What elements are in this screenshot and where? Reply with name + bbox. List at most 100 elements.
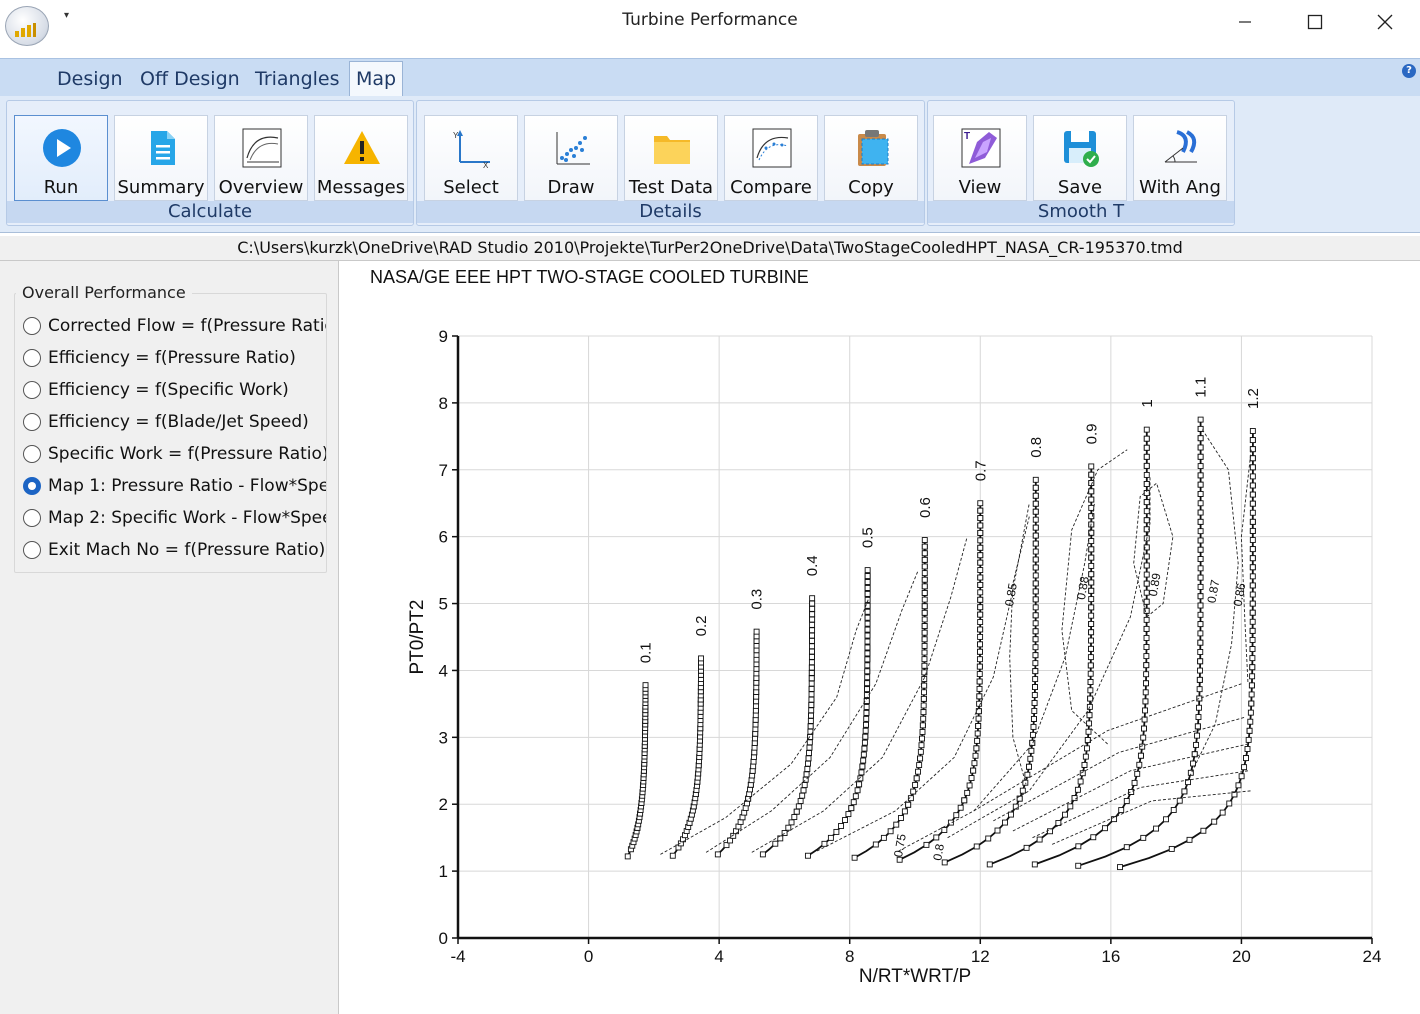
efficiency-label: 0.89: [1146, 572, 1164, 598]
option-radio-row[interactable]: Corrected Flow = f(Pressure Ratio): [23, 314, 326, 338]
option-label: Map 1: Pressure Ratio - Flow*Speed: [48, 476, 327, 496]
scatter-draw-icon: [556, 132, 590, 165]
speed-line-marker: [994, 827, 1001, 834]
speed-line-marker: [806, 744, 813, 751]
speed-line-marker: [1088, 488, 1095, 495]
radio-button[interactable]: [23, 445, 41, 463]
summary-button[interactable]: Summary: [114, 115, 208, 201]
option-radio-row[interactable]: Efficiency = f(Specific Work): [23, 378, 289, 402]
option-label: Efficiency = f(Pressure Ratio): [48, 348, 296, 368]
tab-off-design[interactable]: Off Design: [140, 68, 240, 90]
speed-line-marker: [859, 763, 866, 770]
close-icon[interactable]: [1350, 0, 1420, 44]
speed-line-marker: [921, 583, 928, 590]
speed-line-marker: [901, 808, 908, 815]
option-label: Efficiency = f(Specific Work): [48, 380, 289, 400]
speed-line-marker: [1249, 546, 1256, 553]
speed-line-marker: [1197, 472, 1204, 479]
speed-line-marker: [977, 552, 984, 559]
speed-line-marker: [1032, 540, 1039, 547]
y-tick-label: 0: [439, 929, 448, 948]
speed-line-marker: [921, 550, 928, 557]
view-button[interactable]: T View: [933, 115, 1027, 201]
save-button[interactable]: Save: [1033, 115, 1127, 201]
with-ang-button[interactable]: With Ang: [1133, 115, 1227, 201]
copy-button[interactable]: Copy: [824, 115, 918, 201]
radio-button[interactable]: [23, 509, 41, 527]
speed-line-marker: [1123, 844, 1130, 851]
speed-line-marker: [808, 669, 815, 676]
efficiency-contour: [751, 536, 968, 853]
select-button[interactable]: YX Select: [424, 115, 518, 201]
speed-line-marker: [864, 632, 871, 639]
radio-button[interactable]: [23, 317, 41, 335]
speed-line-marker: [1087, 687, 1094, 694]
view-label: View: [958, 177, 1002, 198]
speed-line-marker: [917, 748, 924, 755]
option-radio-row[interactable]: Map 1: Pressure Ratio - Flow*Speed: [23, 474, 327, 498]
maximize-icon[interactable]: [1280, 0, 1350, 44]
speed-line-label: 0.1: [638, 642, 655, 663]
speed-line-marker: [1241, 764, 1248, 771]
test-data-label: Test Data: [628, 177, 714, 198]
speed-line-marker: [1032, 684, 1038, 691]
speed-line-marker: [795, 803, 802, 810]
speed-line-marker: [1008, 811, 1014, 818]
tab-map[interactable]: Map: [349, 61, 404, 97]
speed-line-marker: [852, 793, 859, 800]
speed-line-marker: [1197, 463, 1204, 470]
speed-line: [807, 570, 869, 857]
speed-line-marker: [864, 567, 871, 574]
speed-line-marker: [809, 627, 816, 634]
speed-line-marker: [921, 656, 928, 663]
speed-line-marker: [1243, 755, 1249, 762]
speed-line-marker: [916, 762, 923, 769]
speed-line-marker: [809, 637, 815, 644]
radio-button[interactable]: [23, 413, 41, 431]
test-data-button[interactable]: Test Data: [624, 115, 718, 201]
speed-line-marker: [1249, 464, 1256, 471]
tab-triangles[interactable]: Triangles: [255, 68, 340, 90]
draw-button[interactable]: Draw: [524, 115, 618, 201]
speed-line-marker: [863, 715, 870, 722]
svg-text:Y: Y: [453, 131, 459, 140]
option-radio-row[interactable]: Map 2: Specific Work - Flow*Speed: [23, 506, 326, 530]
speed-line-marker: [1248, 691, 1255, 698]
overall-performance-group: Corrected Flow = f(Pressure Ratio) Effici…: [14, 293, 327, 573]
speed-line-marker: [1197, 667, 1203, 674]
option-radio-row[interactable]: Specific Work = f(Pressure Ratio): [23, 442, 326, 466]
radio-button[interactable]: [23, 477, 41, 495]
messages-button[interactable]: Messages: [314, 115, 408, 201]
speed-line-marker: [968, 775, 975, 781]
speed-line-marker: [864, 608, 871, 615]
compare-button[interactable]: Compare: [724, 115, 818, 201]
warning-icon: [344, 131, 380, 164]
overview-button[interactable]: Overview: [214, 115, 308, 201]
speed-line-marker: [1077, 778, 1084, 785]
radio-button[interactable]: [23, 349, 41, 367]
speed-line-marker: [1123, 798, 1130, 804]
radio-button[interactable]: [23, 541, 41, 559]
help-icon[interactable]: ?: [1402, 64, 1416, 78]
speed-line-marker: [809, 611, 816, 618]
run-button[interactable]: Run: [14, 115, 108, 201]
speed-line-marker: [1090, 834, 1097, 841]
speed-line-marker: [1031, 708, 1038, 714]
speed-line-marker: [1032, 556, 1039, 563]
speed-line-marker: [806, 739, 813, 746]
speed-line-marker: [842, 817, 848, 823]
speed-line-marker: [864, 626, 871, 633]
option-radio-row[interactable]: Exit Mach No = f(Pressure Ratio): [23, 538, 325, 562]
option-radio-row[interactable]: Efficiency = f(Pressure Ratio): [23, 346, 296, 370]
speed-line-marker: [1031, 692, 1038, 698]
speed-line-marker: [1249, 564, 1256, 571]
x-tick-label: 4: [714, 947, 723, 966]
efficiency-contour: [1051, 790, 1252, 845]
tab-design[interactable]: Design: [57, 68, 123, 90]
speed-line-marker: [1249, 618, 1256, 625]
minimize-icon[interactable]: [1210, 0, 1280, 44]
speed-line-marker: [917, 755, 924, 762]
radio-button[interactable]: [23, 381, 41, 399]
option-radio-row[interactable]: Efficiency = f(Blade/Jet Speed): [23, 410, 309, 434]
speed-line-marker: [821, 840, 828, 847]
